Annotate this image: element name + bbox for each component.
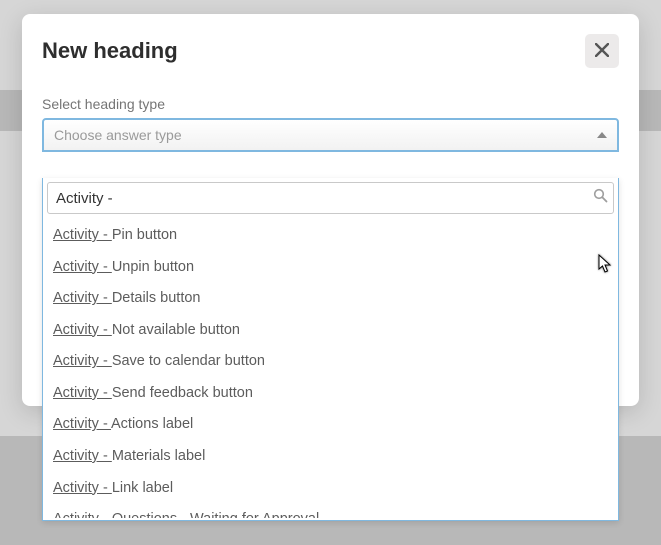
option-match: Activity -: [53, 385, 112, 401]
option-match: Activity -: [53, 259, 112, 275]
option-rest: Send feedback button: [112, 385, 253, 401]
option-rest: Not available button: [112, 322, 240, 338]
option-item[interactable]: Activity - Send feedback button: [43, 378, 618, 410]
modal-header: New heading: [42, 34, 619, 68]
option-match: Activity -: [53, 322, 112, 338]
modal-title: New heading: [42, 38, 178, 64]
option-item[interactable]: Activity - Pin button: [43, 220, 618, 252]
search-icon: [593, 188, 608, 208]
option-match: Activity -: [53, 290, 112, 306]
option-item[interactable]: Activity - Details button: [43, 283, 618, 315]
option-match: Activity -: [53, 353, 112, 369]
option-item[interactable]: Activity - Not available button: [43, 315, 618, 347]
select-placeholder: Choose answer type: [54, 127, 182, 143]
option-rest: Save to calendar button: [112, 353, 265, 369]
option-rest: Link label: [112, 480, 173, 496]
option-rest: Materials label: [112, 448, 206, 464]
option-rest: Details button: [112, 290, 201, 306]
option-item[interactable]: Activity - Actions label: [43, 409, 618, 441]
option-rest: Unpin button: [112, 259, 194, 275]
option-match: Activity -: [53, 416, 111, 432]
option-rest: Pin button: [112, 227, 177, 243]
option-item[interactable]: Activity - Materials label: [43, 441, 618, 473]
options-list[interactable]: Activity - Pin buttonActivity - Unpin bu…: [43, 218, 618, 518]
option-rest: Questions - Waiting for Approval: [112, 511, 319, 518]
close-icon: [595, 43, 609, 60]
chevron-up-icon: [597, 132, 607, 138]
option-item[interactable]: Activity - Questions - Waiting for Appro…: [43, 504, 618, 518]
option-match: Activity -: [53, 227, 112, 243]
option-match: Activity -: [53, 511, 112, 518]
answer-type-select[interactable]: Choose answer type: [42, 118, 619, 152]
answer-type-dropdown: Activity - Pin buttonActivity - Unpin bu…: [42, 178, 619, 521]
option-match: Activity -: [53, 448, 112, 464]
option-item[interactable]: Activity - Link label: [43, 473, 618, 505]
option-match: Activity -: [53, 480, 112, 496]
option-item[interactable]: Activity - Save to calendar button: [43, 346, 618, 378]
field-label: Select heading type: [42, 96, 619, 112]
option-rest: Actions label: [111, 416, 193, 432]
search-input[interactable]: [47, 182, 614, 214]
option-item[interactable]: Activity - Unpin button: [43, 252, 618, 284]
close-button[interactable]: [585, 34, 619, 68]
